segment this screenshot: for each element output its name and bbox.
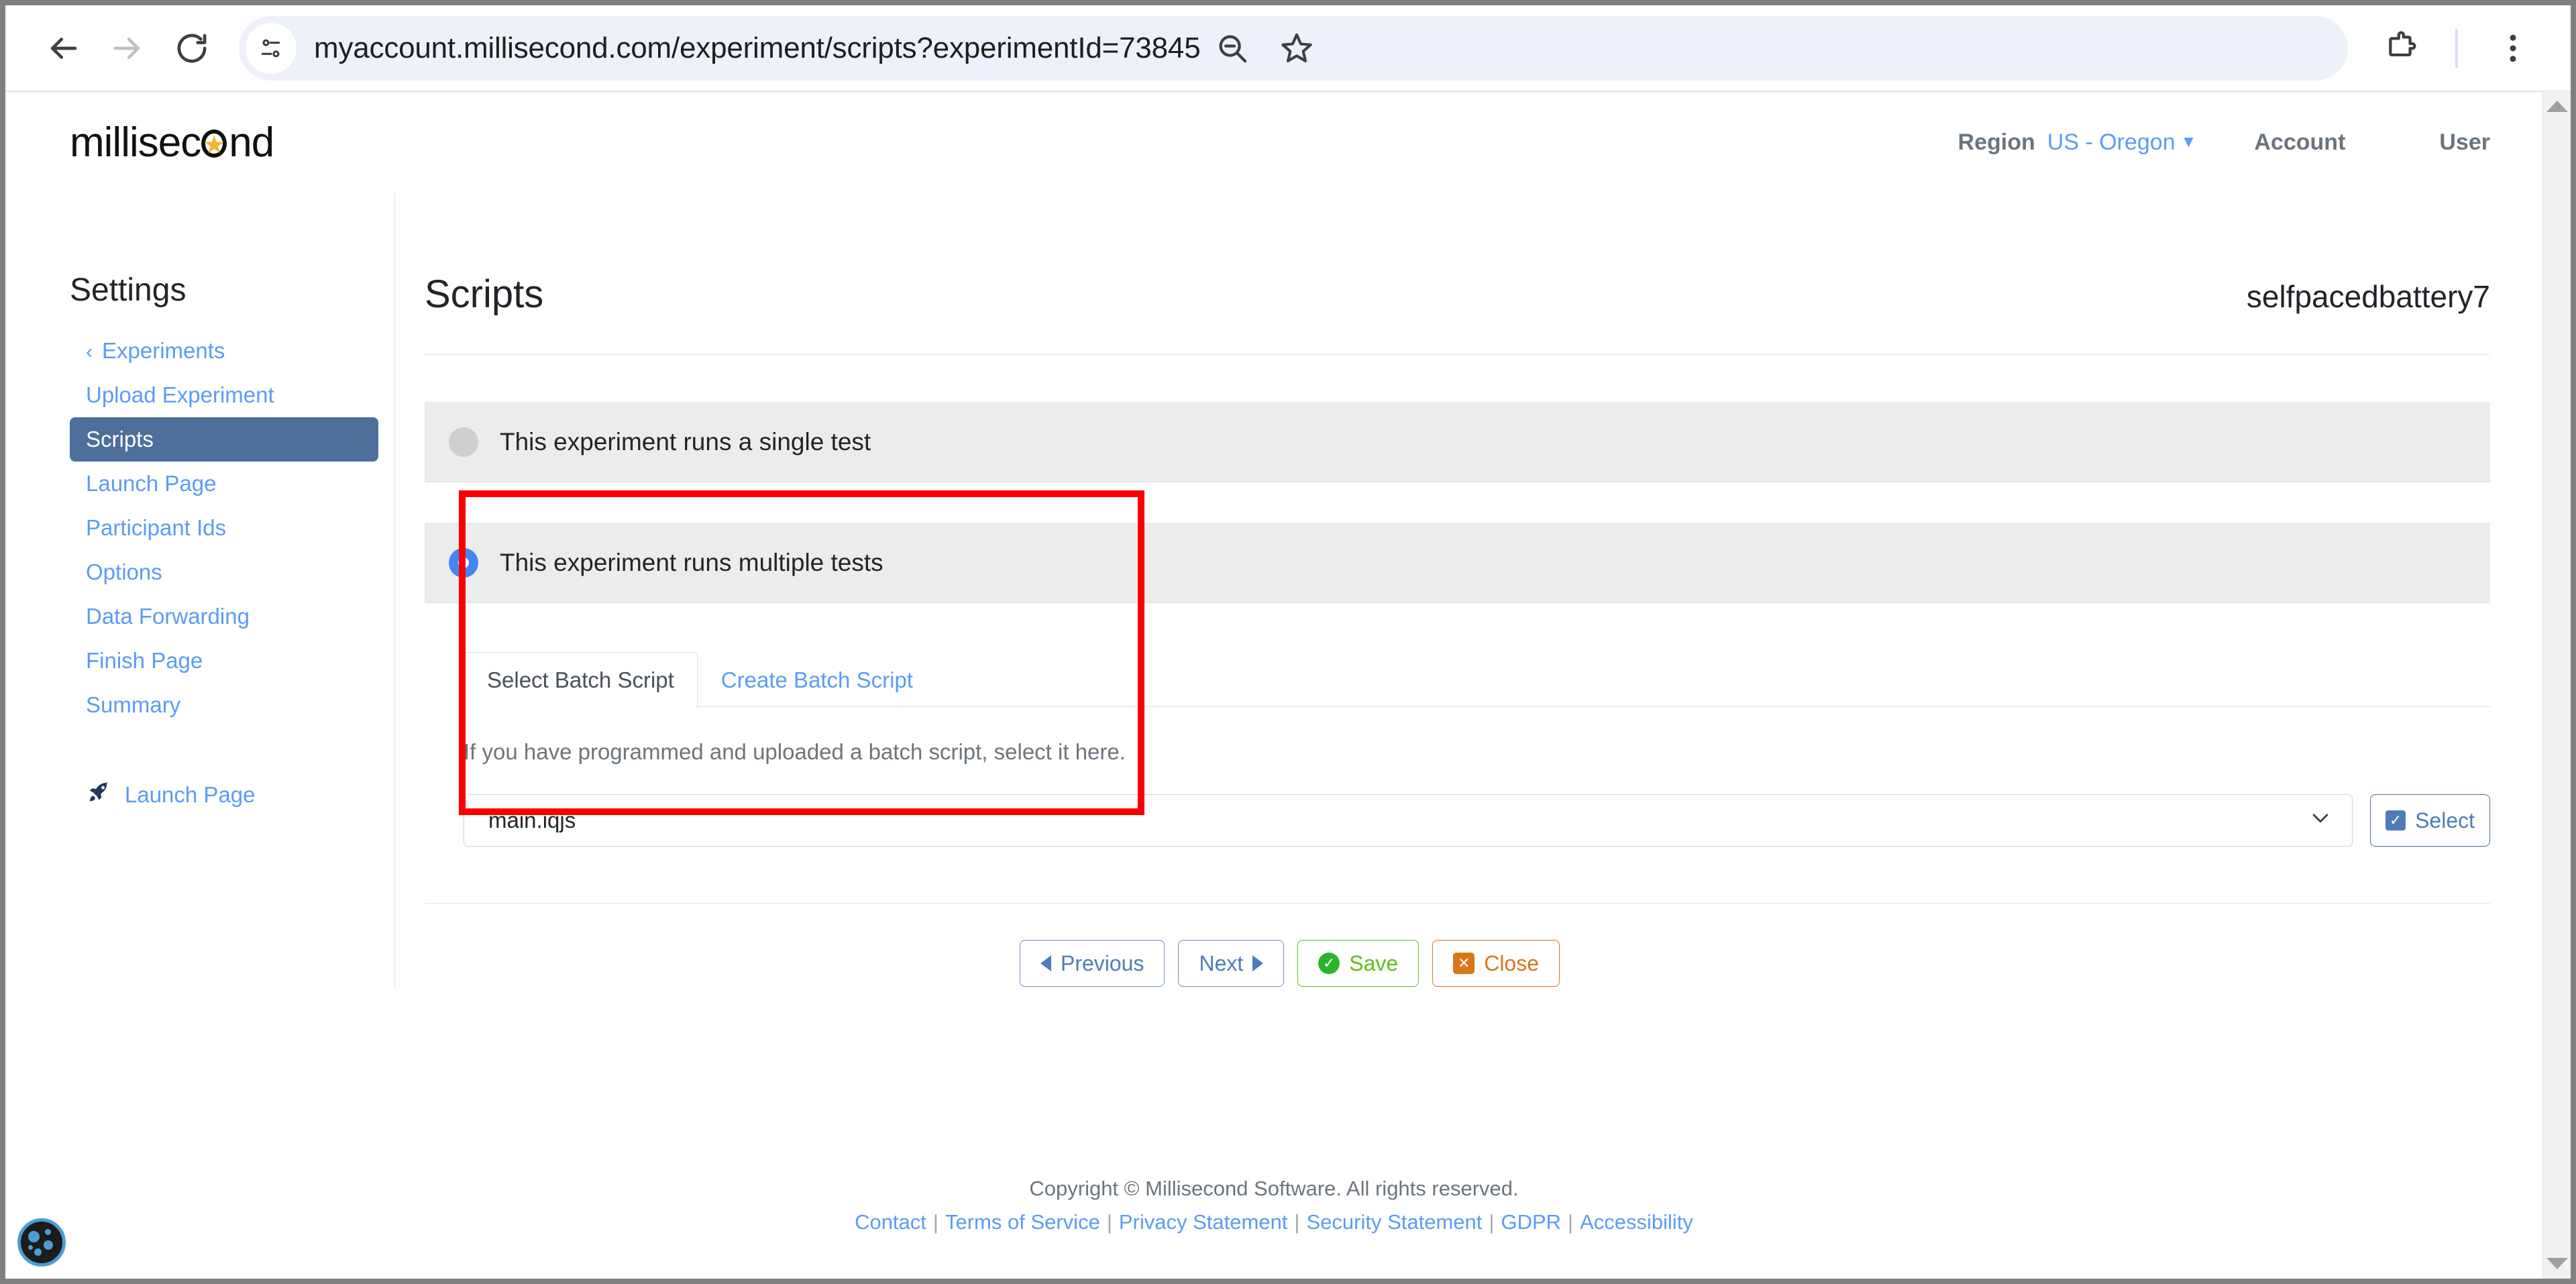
sidebar-item-launch-page[interactable]: Launch Page bbox=[70, 462, 378, 506]
select-button-label: Select bbox=[2415, 808, 2475, 833]
sidebar-title: Settings bbox=[70, 272, 186, 308]
forward-button[interactable] bbox=[95, 16, 160, 81]
tab-panel-select-batch-script: If you have programmed and uploaded a ba… bbox=[425, 707, 2490, 847]
toolbar-divider bbox=[2455, 28, 2458, 68]
close-button[interactable]: ✕ Close bbox=[1432, 940, 1560, 987]
batch-script-tabs: Select Batch Script Create Batch Script bbox=[464, 651, 2490, 708]
chevron-down-icon[interactable] bbox=[2309, 806, 2332, 835]
launch-page-link-label: Launch Page bbox=[125, 782, 256, 807]
browser-toolbar: myaccount.millisecond.com/experiment/scr… bbox=[5, 5, 2571, 91]
logo-lightbulb-icon bbox=[201, 127, 228, 158]
footer-link-security-statement[interactable]: Security Statement bbox=[1306, 1210, 1482, 1234]
settings-sidebar: Settings ‹ Experiments Upload Experiment … bbox=[5, 193, 394, 810]
back-button[interactable] bbox=[31, 16, 95, 81]
radio-single-test[interactable] bbox=[449, 427, 478, 457]
sidebar-item-label: Experiments bbox=[102, 338, 225, 363]
main-header: Scripts selfpacedbattery7 bbox=[425, 272, 2490, 355]
scroll-up-arrow-icon[interactable] bbox=[2546, 101, 2568, 112]
experiment-name: selfpacedbattery7 bbox=[2246, 279, 2490, 314]
checkbox-check-icon: ✓ bbox=[2385, 810, 2406, 831]
sidebar-item-experiments[interactable]: ‹ Experiments bbox=[70, 329, 378, 373]
page-body: Settings ‹ Experiments Upload Experiment … bbox=[5, 193, 2542, 987]
region-label: Region bbox=[1957, 129, 2035, 155]
site-info-icon[interactable] bbox=[246, 22, 297, 74]
url-text[interactable]: myaccount.millisecond.com/experiment/scr… bbox=[314, 32, 1200, 65]
accessibility-widget-button[interactable] bbox=[17, 1218, 66, 1267]
next-button[interactable]: Next bbox=[1178, 940, 1285, 987]
sidebar-item-upload-experiment[interactable]: Upload Experiment bbox=[70, 373, 378, 417]
user-label: User bbox=[2439, 129, 2490, 155]
page-title: Scripts bbox=[425, 272, 544, 316]
scroll-down-arrow-icon[interactable] bbox=[2546, 1258, 2568, 1269]
web-page: millisec nd Region US - Oregon ▼ Account bbox=[5, 91, 2542, 1279]
browser-menu-icon[interactable] bbox=[2481, 16, 2545, 81]
sidebar-item-options[interactable]: Options bbox=[70, 550, 378, 594]
chevron-left-icon: ‹ bbox=[86, 341, 93, 363]
footer-link-gdpr[interactable]: GDPR bbox=[1501, 1210, 1561, 1234]
option-row-multiple-tests[interactable]: This experiment runs multiple tests bbox=[425, 523, 2490, 603]
user-menu[interactable]: User bbox=[2439, 129, 2490, 156]
millisecond-logo[interactable]: millisec nd bbox=[70, 119, 274, 166]
check-circle-icon: ✓ bbox=[1318, 953, 1340, 974]
previous-button[interactable]: Previous bbox=[1019, 940, 1165, 987]
radio-multiple-tests[interactable] bbox=[449, 547, 478, 578]
bookmark-star-icon[interactable] bbox=[1265, 16, 1329, 81]
sidebar-item-participant-ids[interactable]: Participant Ids bbox=[70, 506, 378, 550]
triangle-left-icon bbox=[1040, 955, 1051, 971]
footer-link-accessibility[interactable]: Accessibility bbox=[1580, 1210, 1693, 1234]
page-scrollbar[interactable] bbox=[2542, 91, 2571, 1279]
logo-text-before: millisec bbox=[70, 119, 201, 166]
logo-text-after: nd bbox=[229, 119, 274, 166]
zoom-out-icon[interactable] bbox=[1200, 16, 1265, 81]
footer-links: Contact | Terms of Service | Privacy Stateme… bbox=[855, 1210, 1693, 1234]
footer-link-terms-of-service[interactable]: Terms of Service bbox=[945, 1210, 1100, 1234]
rocket-icon bbox=[86, 780, 111, 810]
reload-button[interactable] bbox=[160, 16, 224, 81]
address-bar[interactable]: myaccount.millisecond.com/experiment/scr… bbox=[239, 15, 2348, 81]
region-value[interactable]: US - Oregon bbox=[2047, 129, 2176, 156]
sidebar-item-finish-page[interactable]: Finish Page bbox=[70, 639, 378, 683]
chevron-down-icon[interactable]: ▼ bbox=[2181, 133, 2197, 152]
sidebar-item-summary[interactable]: Summary bbox=[70, 683, 378, 727]
option-row-single-test[interactable]: This experiment runs a single test bbox=[425, 402, 2490, 482]
omnibox-actions bbox=[1200, 16, 1329, 81]
action-buttons: Previous Next ✓ Save ✕ Close bbox=[425, 904, 2155, 987]
page-viewport: millisec nd Region US - Oregon ▼ Account bbox=[5, 91, 2571, 1279]
script-select-value: main.iqjs bbox=[488, 808, 576, 833]
script-select-dropdown[interactable]: main.iqjs bbox=[464, 794, 2353, 847]
option-label-single-test: This experiment runs a single test bbox=[500, 427, 871, 456]
main-panel: Scripts selfpacedbattery7 This experimen… bbox=[394, 193, 2542, 987]
triangle-right-icon bbox=[1252, 955, 1264, 971]
option-label-multiple-tests: This experiment runs multiple tests bbox=[500, 548, 883, 576]
batch-script-hint: If you have programmed and uploaded a ba… bbox=[464, 739, 1126, 764]
tab-select-batch-script[interactable]: Select Batch Script bbox=[464, 652, 698, 708]
page-footer: Copyright © Millisecond Software. All ri… bbox=[5, 1177, 2542, 1234]
footer-link-contact[interactable]: Contact bbox=[855, 1210, 926, 1234]
account-menu[interactable]: Account bbox=[2254, 129, 2345, 156]
browser-window: myaccount.millisecond.com/experiment/scr… bbox=[5, 5, 2571, 1279]
header-nav: Region US - Oregon ▼ Account User bbox=[1900, 92, 2490, 193]
save-button[interactable]: ✓ Save bbox=[1297, 940, 1419, 987]
copyright-text: Copyright © Millisecond Software. All ri… bbox=[1029, 1177, 1519, 1200]
account-label: Account bbox=[2254, 129, 2346, 155]
sidebar-item-data-forwarding[interactable]: Data Forwarding bbox=[70, 594, 378, 639]
launch-page-link[interactable]: Launch Page bbox=[70, 780, 394, 810]
next-button-label: Next bbox=[1199, 951, 1244, 975]
script-select-row: main.iqjs ✓ Select bbox=[464, 794, 2490, 847]
previous-button-label: Previous bbox=[1060, 951, 1144, 975]
select-button[interactable]: ✓ Select bbox=[2370, 794, 2490, 847]
x-square-icon: ✕ bbox=[1453, 953, 1475, 974]
batch-script-tabs-wrapper: Select Batch Script Create Batch Script bbox=[425, 603, 2490, 708]
toolbar-right bbox=[2368, 16, 2545, 81]
main-inner: Scripts selfpacedbattery7 This experimen… bbox=[395, 193, 2542, 987]
region-selector[interactable]: Region US - Oregon ▼ bbox=[1958, 129, 2197, 156]
tab-create-batch-script[interactable]: Create Batch Script bbox=[698, 652, 936, 708]
close-button-label: Close bbox=[1484, 951, 1540, 975]
footer-link-privacy-statement[interactable]: Privacy Statement bbox=[1119, 1210, 1288, 1234]
sidebar-item-scripts[interactable]: Scripts bbox=[70, 417, 378, 462]
save-button-label: Save bbox=[1349, 951, 1399, 975]
site-header: millisec nd Region US - Oregon ▼ Account bbox=[5, 92, 2542, 193]
extensions-icon[interactable] bbox=[2368, 16, 2432, 81]
